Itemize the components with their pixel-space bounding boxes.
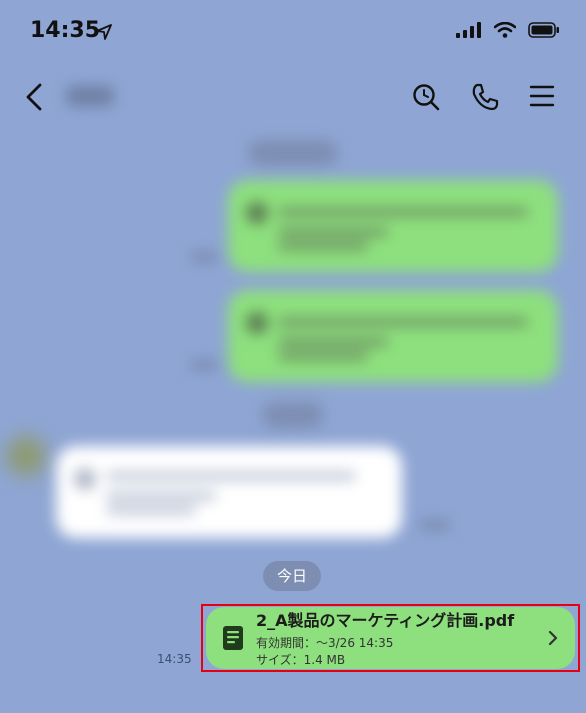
blurred-timestamp <box>190 252 218 262</box>
signal-bars-icon <box>456 22 481 38</box>
blurred-message-bubble <box>228 290 558 382</box>
blurred-timestamp <box>420 520 450 530</box>
highlight-frame <box>201 604 580 672</box>
date-chip-today: 今日 <box>263 561 322 591</box>
back-chevron-icon[interactable] <box>24 82 44 112</box>
blurred-message-bubble <box>228 180 558 272</box>
location-arrow-icon <box>96 24 112 40</box>
blurred-avatar <box>6 436 46 476</box>
status-time: 14:35 <box>30 18 101 43</box>
menu-icon[interactable] <box>529 84 555 108</box>
message-time: 14:35 <box>157 652 192 666</box>
wifi-icon <box>494 22 516 38</box>
search-icon[interactable] <box>411 82 441 112</box>
blurred-date-chip <box>248 140 338 166</box>
blurred-message-bubble <box>56 446 402 538</box>
phone-icon[interactable] <box>470 82 500 112</box>
blurred-timestamp <box>190 360 218 370</box>
blurred-date-chip <box>262 402 324 428</box>
chat-header <box>0 72 586 122</box>
battery-icon <box>528 22 559 38</box>
chat-name-blurred <box>66 86 114 106</box>
status-icons <box>456 22 560 38</box>
